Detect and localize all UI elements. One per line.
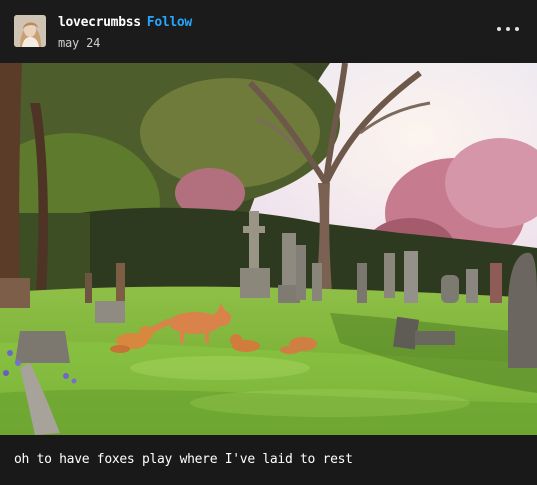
user-row: lovecrumbss Follow — [58, 15, 192, 30]
avatar-portrait — [14, 15, 46, 47]
post-caption: oh to have foxes play where I've laid to… — [14, 452, 353, 467]
post-card: lovecrumbss Follow may 24 oh to have fox… — [0, 0, 537, 485]
caption-bar: oh to have foxes play where I've laid to… — [0, 435, 537, 485]
more-options-icon[interactable] — [497, 22, 519, 36]
dot — [506, 27, 510, 31]
post-photo[interactable] — [0, 63, 537, 435]
follow-button[interactable]: Follow — [147, 15, 192, 30]
cemetery-fox-photo — [0, 63, 537, 435]
dot — [515, 27, 519, 31]
username[interactable]: lovecrumbss — [58, 15, 141, 30]
dot — [497, 27, 501, 31]
avatar[interactable] — [14, 15, 46, 47]
post-date: may 24 — [58, 36, 101, 50]
post-header: lovecrumbss Follow may 24 — [0, 0, 537, 63]
